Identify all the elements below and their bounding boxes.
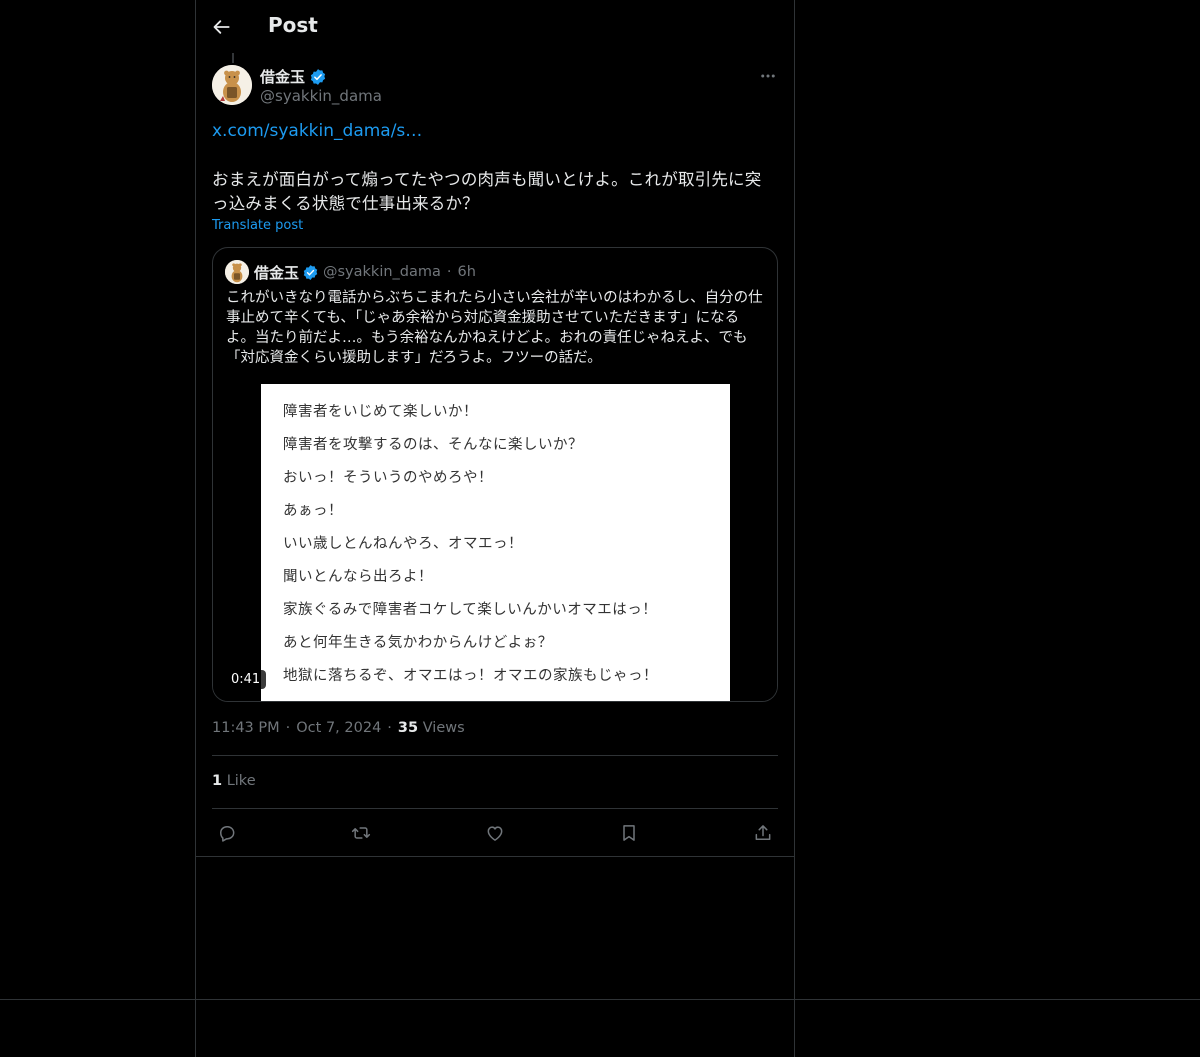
post-bottom-border [196,856,794,857]
likes-summary[interactable]: 1 Like [212,773,256,789]
transcript-line: いい歳しとんねんやろ、オマエっ！ [283,536,523,552]
repost-button[interactable] [346,818,376,848]
repost-icon [351,827,371,839]
quote-author-name: 借金玉 [254,264,300,282]
post-time[interactable]: 11:43 PM [212,720,280,736]
like-button[interactable] [480,818,510,848]
verified-badge-icon [303,265,318,280]
more-horizontal-icon [761,74,775,78]
bear-avatar-icon [212,65,252,105]
quote-author-row: 借金玉 [254,262,319,283]
likes-divider [212,808,778,809]
tweet-link[interactable]: x.com/syakkin_dama/s… [212,121,422,141]
video-duration-badge: 0:41 [225,670,267,689]
transcript-line: 障害者をいじめて楽しいか！ [283,404,478,420]
arrow-left-icon [213,20,230,34]
quoted-post[interactable]: 借金玉 @syakkin_dama · 6h これがいきなり電話からぶちこまれたら小… [212,247,778,702]
post-header: Post [196,0,794,54]
likes-count: 1 [212,773,223,789]
quote-handle: @syakkin_dama [323,264,441,280]
bear-avatar-icon [225,260,249,284]
meta-divider [212,755,778,756]
likes-label: Like [226,773,256,789]
more-options-button[interactable] [754,62,782,90]
transcript-line: 家族ぐるみで障害者コケして楽しいんかいオマエはっ！ [283,602,658,618]
page-title: Post [268,13,318,37]
avatar[interactable] [212,65,252,105]
author-name-row[interactable]: 借金玉 [260,66,327,87]
transcript-line: あぁっ！ [283,503,343,519]
thread-connector [232,53,234,63]
post-meta: 11:43 PM · Oct 7, 2024 · 35 Views [212,720,465,736]
translate-post-link[interactable]: Translate post [212,218,303,233]
tweet-text: おまえが面白がって煽ってたやつの肉声も聞いとけよ。これが取引先に突っ込みまくる状… [212,170,762,213]
reply-button[interactable] [212,818,242,848]
back-button[interactable] [206,11,238,43]
verified-badge-icon [310,68,326,85]
author-name[interactable]: 借金玉 [260,66,305,87]
quote-avatar [225,260,249,284]
transcript-line: 障害者を攻撃するのは、そんなに楽しいか？ [283,437,583,453]
heart-icon [487,826,503,841]
quote-handle-row: @syakkin_dama · 6h [323,264,476,280]
left-column-border [195,0,196,1057]
video-frame: 障害者をいじめて楽しいか！ 障害者を攻撃するのは、そんなに楽しいか？ おいっ！そ… [261,384,730,701]
share-icon [755,825,771,840]
right-column-border [794,0,795,1057]
share-button[interactable] [748,818,778,848]
bottom-bar-border [0,999,1200,1000]
quote-text: これがいきなり電話からぶちこまれたら小さい会社が辛いのはわかるし、自分の仕事止め… [226,290,763,366]
bookmark-icon [623,825,635,841]
views-count: 35 [397,720,419,736]
transcript-line: あと何年生きる気かわからんけどよぉ？ [283,635,553,651]
reply-icon [220,826,235,842]
transcript-line: 聞いとんなら出ろよ！ [283,569,433,585]
views-label: Views [422,720,465,736]
bookmark-button[interactable] [614,818,644,848]
author-handle[interactable]: @syakkin_dama [260,87,382,105]
post-date[interactable]: Oct 7, 2024 [296,720,381,736]
quote-time: 6h [457,264,476,280]
transcript-line: 地獄に落ちるぞ、オマエはっ！オマエの家族もじゃっ！ [283,668,658,684]
video-player[interactable]: 障害者をいじめて楽しいか！ 障害者を攻撃するのは、そんなに楽しいか？ おいっ！そ… [213,384,777,701]
transcript-line: おいっ！そういうのやめろや！ [283,470,493,486]
